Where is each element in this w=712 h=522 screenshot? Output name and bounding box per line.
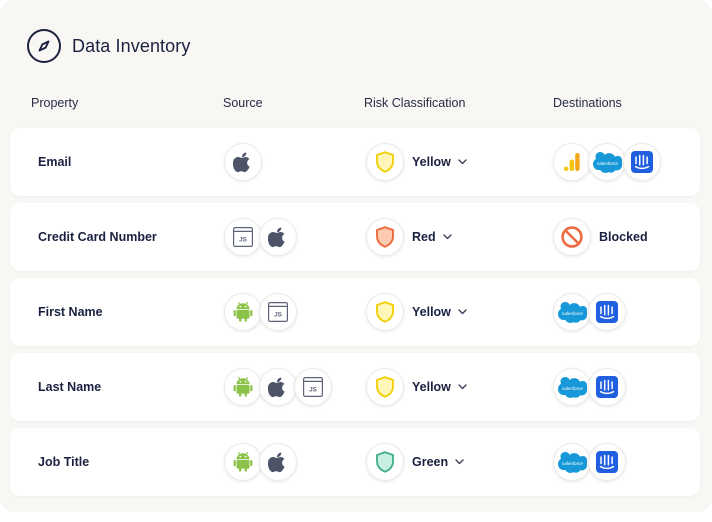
risk-shield-icon [366, 218, 404, 256]
google-analytics-icon [553, 143, 591, 181]
risk-label: Green [412, 455, 449, 469]
table-row[interactable]: Email Yellow salesforce [10, 128, 700, 196]
compass-icon [27, 29, 61, 63]
javascript-icon: JS [224, 218, 262, 256]
intercom-icon [588, 443, 626, 481]
javascript-icon: JS [259, 293, 297, 331]
svg-text:JS: JS [274, 312, 283, 319]
property-name: Email [38, 155, 72, 169]
table-row[interactable]: First Name JS Yellow salesforce [10, 278, 700, 346]
android-icon [224, 293, 262, 331]
chevron-down-icon [458, 309, 467, 315]
salesforce-icon: salesforce [553, 293, 591, 331]
android-icon [224, 443, 262, 481]
apple-icon [224, 143, 262, 181]
blocked-label: Blocked [599, 230, 648, 244]
risk-shield-icon [366, 368, 404, 406]
risk-shield-icon [366, 443, 404, 481]
risk-dropdown[interactable]: Yellow [412, 305, 467, 319]
intercom-icon [588, 293, 626, 331]
apple-icon [259, 443, 297, 481]
salesforce-icon: salesforce [588, 143, 626, 181]
property-name: Job Title [38, 455, 90, 469]
intercom-icon [623, 143, 661, 181]
salesforce-icon: salesforce [553, 368, 591, 406]
risk-dropdown[interactable]: Yellow [412, 380, 467, 394]
column-header-risk: Risk Classification [364, 96, 466, 110]
risk-label: Yellow [412, 380, 451, 394]
panel-header: Data Inventory [27, 29, 190, 63]
property-name: First Name [38, 305, 103, 319]
chevron-down-icon [458, 159, 467, 165]
risk-label: Yellow [412, 155, 451, 169]
table-row[interactable]: Job Title Green salesforce [10, 428, 700, 496]
data-inventory-panel: Data Inventory Property Source Risk Clas… [0, 0, 712, 512]
page-title: Data Inventory [72, 35, 191, 56]
property-name: Credit Card Number [38, 230, 157, 244]
column-header-property: Property [31, 96, 79, 110]
risk-dropdown[interactable]: Red [412, 230, 452, 244]
risk-dropdown[interactable]: Green [412, 455, 464, 469]
risk-dropdown[interactable]: Yellow [412, 155, 467, 169]
risk-label: Red [412, 230, 436, 244]
risk-shield-icon [366, 143, 404, 181]
column-header-source: Source [223, 96, 263, 110]
salesforce-icon: salesforce [553, 443, 591, 481]
svg-text:JS: JS [239, 237, 248, 244]
chevron-down-icon [442, 234, 452, 240]
risk-shield-icon [366, 293, 404, 331]
risk-label: Yellow [412, 305, 451, 319]
android-icon [224, 368, 262, 406]
chevron-down-icon [455, 459, 464, 465]
svg-text:JS: JS [309, 387, 318, 394]
table-row[interactable]: Last Name JS Yellow salesforce [10, 353, 700, 421]
table-row[interactable]: Credit Card Number JS Red Blocked [10, 203, 700, 271]
svg-text:salesforce: salesforce [562, 310, 583, 315]
property-name: Last Name [38, 380, 102, 394]
apple-icon [259, 218, 297, 256]
svg-text:salesforce: salesforce [597, 160, 618, 165]
svg-text:salesforce: salesforce [562, 385, 583, 390]
apple-icon [259, 368, 297, 406]
javascript-icon: JS [294, 368, 332, 406]
chevron-down-icon [458, 384, 467, 390]
svg-text:salesforce: salesforce [562, 460, 583, 465]
blocked-icon [553, 218, 591, 256]
intercom-icon [588, 368, 626, 406]
column-header-destinations: Destinations [553, 96, 622, 110]
